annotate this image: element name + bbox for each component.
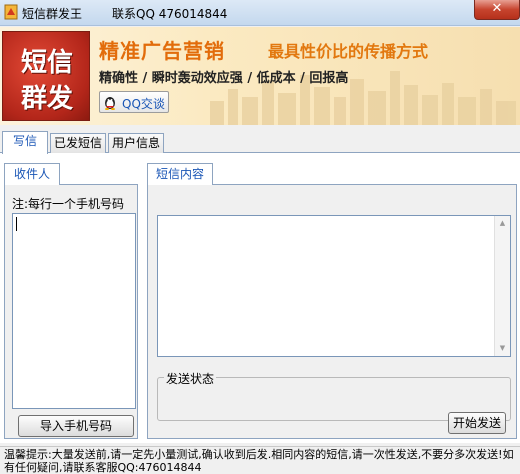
- text-caret: [16, 217, 17, 231]
- sms-scrollbar[interactable]: ▲ ▼: [494, 216, 510, 356]
- window-title: 短信群发王: [22, 7, 83, 21]
- sms-content-input[interactable]: ▲ ▼: [157, 215, 511, 357]
- window-contact: 联系QQ 476014844: [112, 7, 228, 21]
- slogan-main: 精准广告营销: [99, 39, 225, 63]
- tab-user-info[interactable]: 用户信息: [108, 133, 164, 153]
- logo-text-line1: 短信: [20, 48, 73, 78]
- footer-tip: 温馨提示:大量发送前,请一定先小量测试,确认收到后发.相同内容的短信,请一次性发…: [0, 446, 520, 474]
- sms-content-panel: 短信内容 ▲ ▼ 发送状态 开始发送: [147, 163, 517, 439]
- recipients-note: 注:每行一个手机号码: [12, 197, 125, 211]
- start-send-button[interactable]: 开始发送: [448, 412, 506, 434]
- import-phone-numbers-button[interactable]: 导入手机号码: [18, 415, 134, 437]
- app-logo: 短信 群发: [2, 31, 90, 121]
- slogan-points: 精确性 / 瞬时轰动效应强 / 低成本 / 回报高: [99, 71, 349, 86]
- recipients-phone-input[interactable]: [12, 213, 136, 409]
- logo-text-line2: 群发: [20, 84, 73, 114]
- scroll-down-arrow-icon[interactable]: ▼: [495, 341, 510, 356]
- send-status-label: 发送状态: [164, 370, 217, 387]
- main-tab-bar: 写信 已发短信 用户信息: [0, 125, 520, 154]
- scroll-up-arrow-icon[interactable]: ▲: [495, 216, 510, 231]
- app-icon: [4, 4, 18, 20]
- write-tab-content: 收件人 注:每行一个手机号码 导入手机号码 短信内容 ▲ ▼ 发送状态 开始发送: [0, 153, 520, 443]
- qq-chat-button[interactable]: QQ交谈: [99, 91, 169, 113]
- banner: 短信 群发 精准广告营销 最具性价比的传播方式 精确性 / 瞬时轰动效应强 / …: [0, 27, 520, 125]
- title-bar: 短信群发王 联系QQ 476014844 ✕: [0, 0, 520, 26]
- sms-content-group-title[interactable]: 短信内容: [147, 163, 213, 185]
- qq-button-label: QQ交谈: [122, 97, 165, 111]
- tab-sent-messages[interactable]: 已发短信: [50, 133, 106, 153]
- qq-penguin-icon: [105, 97, 115, 110]
- slogan-sub: 最具性价比的传播方式: [268, 42, 429, 61]
- tab-write[interactable]: 写信: [2, 131, 48, 154]
- recipients-group-title[interactable]: 收件人: [4, 163, 60, 185]
- close-button[interactable]: ✕: [474, 0, 520, 20]
- recipients-panel: 收件人 注:每行一个手机号码 导入手机号码: [4, 163, 138, 439]
